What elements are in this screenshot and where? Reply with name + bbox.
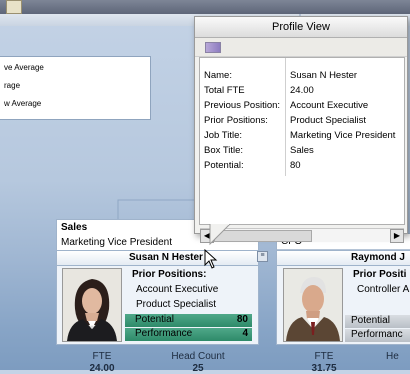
field-value: Account Executive bbox=[290, 100, 369, 111]
field-value: 24.00 bbox=[290, 85, 314, 96]
toolbar-icon[interactable] bbox=[205, 42, 221, 53]
potential-metric: Potential bbox=[345, 315, 410, 328]
prior-position-item: Controller A bbox=[357, 284, 410, 295]
potential-metric: Potential 80 bbox=[125, 314, 252, 327]
field-value: 80 bbox=[290, 160, 301, 171]
prior-positions-title: Prior Positi bbox=[353, 269, 407, 280]
org-card-raymond[interactable]: CFO Raymond J Prior Positi Controller A … bbox=[276, 233, 410, 345]
headcount-label: He bbox=[386, 351, 399, 362]
column-divider bbox=[285, 58, 286, 176]
headcount-label: Head Count bbox=[171, 351, 225, 362]
headcount-value: 25 bbox=[192, 363, 204, 374]
employee-name-text: Susan N Hester bbox=[129, 252, 203, 263]
performance-value: 4 bbox=[242, 328, 248, 339]
fte-value: 24.00 bbox=[89, 363, 115, 374]
performance-label: Performance bbox=[135, 328, 193, 339]
profile-toolbar bbox=[195, 38, 407, 57]
field-label: Previous Position: bbox=[204, 100, 281, 111]
field-value: Marketing Vice President bbox=[290, 130, 396, 141]
expand-icon[interactable]: ≡ bbox=[257, 251, 268, 262]
job-title: Marketing Vice President bbox=[61, 237, 172, 248]
fte-value: 31.75 bbox=[311, 363, 337, 374]
mouse-cursor-icon bbox=[204, 249, 218, 269]
field-label: Name: bbox=[204, 70, 232, 81]
scroll-right-button[interactable]: ▶ bbox=[390, 229, 404, 243]
field-value: Susan N Hester bbox=[290, 70, 358, 81]
legend-item: ve Average bbox=[4, 63, 44, 72]
profile-view-title: Profile View bbox=[195, 17, 407, 38]
potential-label: Potential bbox=[351, 315, 390, 326]
field-label: Job Title: bbox=[204, 130, 243, 141]
legend-item: rage bbox=[4, 81, 21, 90]
field-value: Sales bbox=[290, 145, 314, 156]
profile-view-window[interactable]: Profile View Name: Susan N Hester Total … bbox=[194, 16, 408, 243]
employee-photo bbox=[283, 268, 343, 342]
employee-name-text: Raymond J bbox=[351, 252, 405, 263]
department-label: Sales bbox=[61, 222, 88, 233]
performance-metric: Performance 4 bbox=[125, 328, 252, 341]
potential-value: 80 bbox=[236, 314, 248, 325]
profile-fields-panel: Name: Susan N Hester Total FTE 24.00 Pre… bbox=[199, 57, 405, 243]
performance-metric: Performanc bbox=[345, 329, 410, 342]
field-label: Potential: bbox=[204, 160, 244, 171]
fte-label: FTE bbox=[314, 351, 334, 362]
employee-name: Raymond J bbox=[277, 250, 410, 266]
prior-position-item: Account Executive bbox=[136, 284, 219, 295]
performance-label: Performanc bbox=[351, 329, 403, 340]
legend-panel: ve Average rage w Average bbox=[0, 56, 151, 120]
legend-item: w Average bbox=[4, 99, 42, 108]
field-label: Prior Positions: bbox=[204, 115, 268, 126]
field-label: Box Title: bbox=[204, 145, 244, 156]
employee-photo bbox=[62, 268, 122, 342]
field-value: Product Specialist bbox=[290, 115, 367, 126]
potential-label: Potential bbox=[135, 314, 174, 325]
prior-positions-title: Prior Positions: bbox=[132, 269, 207, 280]
fte-label: FTE bbox=[92, 351, 112, 362]
field-label: Total FTE bbox=[204, 85, 245, 96]
prior-position-item: Product Specialist bbox=[136, 299, 217, 310]
